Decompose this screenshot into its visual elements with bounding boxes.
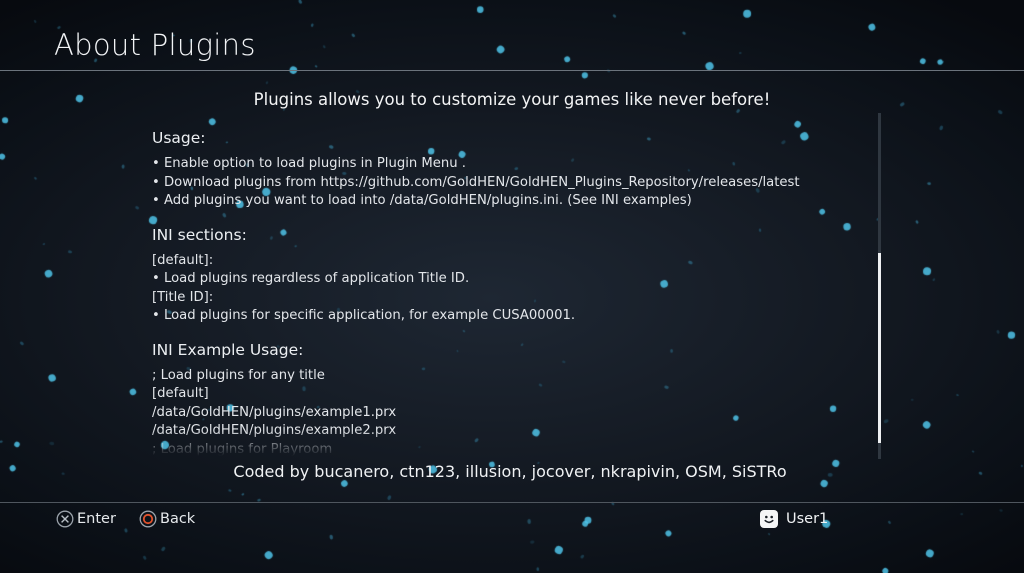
- ini-example-line: /data/GoldHEN/plugins/example2.prx: [152, 423, 397, 438]
- ini-example-heading: INI Example Usage:: [152, 340, 304, 359]
- scrollbar-thumb[interactable]: [878, 253, 881, 443]
- about-content[interactable]: Usage: • Enable option to load plugins i…: [152, 128, 852, 456]
- header-divider: [0, 70, 1024, 71]
- enter-label: Enter: [77, 511, 116, 527]
- ini-example-line: ; Load plugins for any title: [152, 367, 325, 383]
- usage-item: • Enable option to load plugins in Plugi…: [152, 156, 466, 171]
- usage-item: • Download plugins from https://github.c…: [152, 174, 800, 190]
- usage-section: Usage: • Enable option to load plugins i…: [152, 128, 852, 211]
- user-avatar-icon: [760, 510, 778, 528]
- ini-sections-line: [default]:: [152, 252, 214, 268]
- usage-item: • Add plugins you want to load into /dat…: [152, 193, 692, 208]
- ini-sections-line: • Load plugins for specific application,…: [152, 308, 576, 323]
- credits-text: Coded by bucanero, ctn123, illusion, joc…: [233, 462, 787, 481]
- ini-example-line: /data/GoldHEN/plugins/example1.prx: [152, 404, 397, 420]
- back-label: Back: [160, 511, 196, 527]
- ini-example-line: [default]: [152, 386, 209, 401]
- tagline: Plugins allows you to customize your gam…: [253, 90, 771, 109]
- cross-button-icon: [56, 510, 74, 528]
- ini-example-section: INI Example Usage: ; Load plugins for an…: [152, 340, 852, 457]
- ini-sections-heading: INI sections:: [152, 225, 247, 244]
- ini-sections-line: • Load plugins regardless of application…: [152, 271, 470, 286]
- page-title: About Plugins: [54, 28, 256, 62]
- circle-button-icon: [139, 510, 157, 528]
- ini-example-line: ; Load plugins for Playroom: [152, 441, 333, 457]
- content-scrollbar[interactable]: [878, 113, 881, 459]
- back-button[interactable]: Back: [139, 508, 195, 530]
- ini-sections-section: INI sections: [default]: • Load plugins …: [152, 225, 852, 326]
- user-label: User1: [786, 511, 829, 527]
- enter-button[interactable]: Enter: [56, 508, 116, 530]
- ini-sections-line: [Title ID]:: [152, 289, 214, 305]
- footer-divider: [0, 502, 1024, 503]
- user-badge[interactable]: User1: [760, 508, 828, 530]
- usage-heading: Usage:: [152, 129, 206, 147]
